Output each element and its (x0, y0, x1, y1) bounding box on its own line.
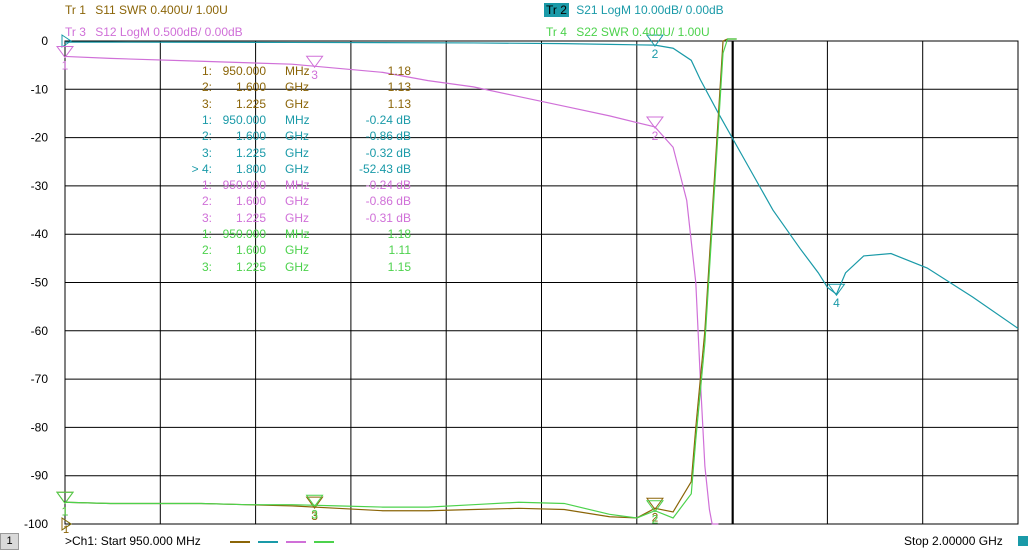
marker-unit: GHz (285, 161, 309, 176)
status-bar: 1 >Ch1: Start 950.000 MHz Stop 2.00000 G… (0, 533, 1033, 550)
marker-number: 2: (201, 129, 212, 144)
marker-unit: MHz (285, 227, 310, 241)
trace-marker-label: 2 (652, 129, 659, 143)
y-tick-label: -100 (24, 517, 48, 531)
trace-1-label: Tr 1 (65, 3, 86, 17)
marker-value: 1.13 (387, 80, 411, 95)
marker-value: 1.13 (387, 96, 411, 111)
marker-frequency: 1.225 (235, 145, 266, 160)
trace-4-header[interactable]: Tr 4 S22 SWR 0.400U/ 1.00U (544, 25, 710, 39)
channel-number[interactable]: 1 (0, 533, 19, 550)
scrollbar-handle[interactable] (1018, 536, 1028, 546)
marker-value: -0.86 dB (365, 194, 411, 209)
marker-frequency: 1.225 (235, 96, 266, 111)
marker-number: 3: (201, 96, 212, 111)
marker-unit: GHz (285, 129, 309, 144)
trace-marker-label: 3 (311, 507, 318, 521)
marker-number: > 4: (191, 161, 212, 176)
marker-unit: GHz (285, 96, 309, 111)
marker-unit: MHz (285, 178, 310, 193)
trace-legend-swatches (230, 541, 334, 543)
y-tick-label: -10 (31, 82, 49, 96)
marker-number: 2: (201, 194, 212, 209)
trace-3-label: Tr 3 (65, 25, 86, 39)
marker-value: -0.32 dB (365, 145, 411, 160)
marker-number: 3: (201, 259, 212, 274)
y-tick-label: -70 (31, 372, 49, 386)
y-tick-label: -50 (31, 276, 49, 290)
trace-1-header[interactable]: Tr 1 S11 SWR 0.400U/ 1.00U (63, 3, 228, 17)
marker-unit: MHz (285, 112, 310, 127)
marker-unit: GHz (285, 259, 309, 274)
marker-number: 1: (201, 64, 212, 78)
marker-value: -0.31 dB (365, 210, 411, 225)
trace-1-desc: S11 SWR 0.400U/ 1.00U (95, 3, 228, 17)
marker-value: 1.15 (387, 259, 411, 274)
y-tick-label: -30 (31, 179, 49, 193)
y-tick-label: -40 (31, 227, 49, 241)
reference-marker-label: 1 (63, 524, 69, 533)
marker-value: 1.18 (387, 64, 411, 78)
trace-marker-label: 2 (652, 47, 659, 61)
marker-number: 1: (201, 112, 212, 127)
marker-number: 3: (201, 210, 212, 225)
marker-frequency: 950.000 (222, 178, 266, 193)
chart-plot: 0 -10 -20 -30 -40 -50 -60 -70 -80 -90 -100 1 2 4 1 3 2 1 3… (24, 34, 1019, 533)
y-tick-label: -80 (31, 420, 49, 434)
trace-4-label: Tr 4 (546, 25, 567, 39)
marker-unit: GHz (285, 194, 309, 209)
trace-4-desc: S22 SWR 0.400U/ 1.00U (576, 25, 710, 39)
trace-marker-label: 1 (62, 58, 69, 72)
trace-marker (645, 116, 664, 129)
marker-unit: GHz (285, 243, 309, 258)
marker-number: 2: (201, 80, 212, 95)
y-tick-label: -60 (31, 324, 49, 338)
marker-frequency: 950.000 (222, 64, 266, 78)
marker-frequency: 950.000 (222, 112, 266, 127)
y-tick-label: -20 (31, 131, 49, 145)
trace-2-label: Tr 2 (544, 3, 569, 17)
marker-frequency: 1.225 (235, 259, 266, 274)
marker-frequency: 1.225 (235, 210, 266, 225)
marker-frequency: 1.800 (235, 161, 266, 176)
marker-frequency: 1.600 (235, 194, 266, 209)
trace-marker-label: 3 (311, 68, 318, 82)
marker-unit: GHz (285, 145, 309, 160)
marker-unit: GHz (285, 210, 309, 225)
trace-3-header[interactable]: Tr 3 S12 LogM 0.500dB/ 0.00dB (63, 25, 243, 39)
marker-number: 1: (201, 178, 212, 193)
marker-frequency: 950.000 (222, 227, 266, 241)
marker-value: -0.86 dB (365, 129, 411, 144)
sweep-stop: Stop 2.00000 GHz (904, 534, 1003, 548)
trace-marker-label: 4 (833, 296, 840, 310)
marker-value: -0.24 dB (365, 112, 411, 127)
marker-number: 1: (201, 227, 212, 241)
trace-marker-label: 1 (62, 504, 69, 518)
trace-marker-label: 2 (652, 513, 659, 527)
marker-value: -0.24 dB (365, 178, 411, 193)
trace-2-desc: S21 LogM 10.00dB/ 0.00dB (576, 3, 724, 17)
y-tick-label: 0 (41, 34, 48, 48)
marker-value: 1.11 (388, 243, 411, 258)
marker-frequency: 1.600 (235, 129, 266, 144)
sweep-start: >Ch1: Start 950.000 MHz (65, 534, 201, 548)
y-tick-label: -90 (31, 469, 49, 483)
marker-value: 1.18 (387, 227, 411, 241)
marker-frequency: 1.600 (235, 243, 266, 258)
trace-2-header[interactable]: Tr 2 S21 LogM 10.00dB/ 0.00dB (544, 3, 724, 17)
marker-value: -52.43 dB (358, 161, 411, 176)
trace-3-desc: S12 LogM 0.500dB/ 0.00dB (95, 25, 243, 39)
marker-unit: GHz (285, 80, 309, 95)
marker-unit: MHz (285, 64, 310, 78)
marker-number: 2: (201, 243, 212, 258)
marker-frequency: 1.600 (235, 80, 266, 95)
marker-number: 3: (201, 145, 212, 160)
